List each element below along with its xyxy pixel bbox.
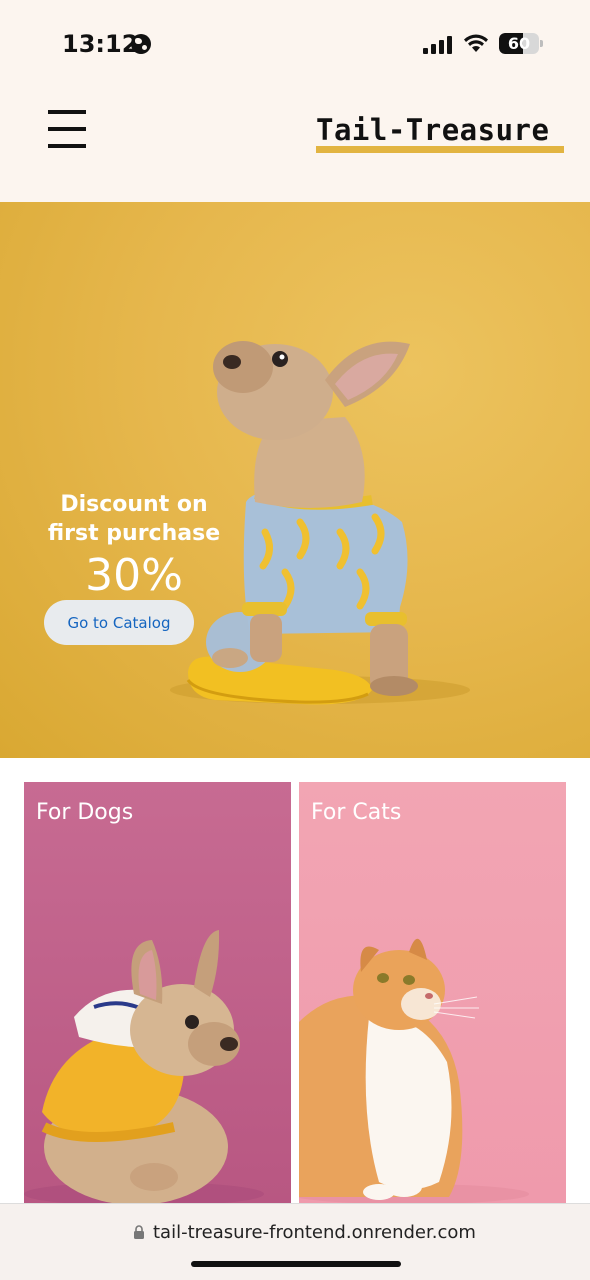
battery-percent: 60 [507,34,531,53]
orange-cat-photo [299,938,529,1203]
category-label-dogs: For Dogs [36,800,134,825]
category-cards: For Dogs For Cats [0,758,590,1203]
hero-banner: Discount on first purchase 30% Go to Cat… [0,202,590,758]
browser-url[interactable]: tail-treasure-frontend.onrender.com [153,1222,476,1243]
cellular-signal-icon [423,34,453,54]
home-indicator[interactable] [191,1261,401,1267]
hero-promo: Discount on first purchase 30% [34,490,234,602]
battery-tip [540,40,543,47]
category-card-cats[interactable]: For Cats [299,782,566,1203]
category-label-cats: For Cats [311,800,402,825]
category-card-dogs[interactable]: For Dogs [24,782,291,1203]
logo-underline [316,146,564,153]
hero-title: Discount on first purchase [47,492,221,546]
dog-in-hoodie-photo [24,930,264,1203]
lock-icon [134,1225,144,1239]
browser-address-bar[interactable]: tail-treasure-frontend.onrender.com [0,1203,590,1280]
french-bulldog-photo [170,341,470,705]
status-time: 13:12 [62,30,139,58]
location-globe-icon [131,34,151,54]
status-bar: 13:12 60 [0,0,590,80]
site-logo[interactable]: Tail-Treasure [316,113,549,147]
wifi-icon [464,34,488,52]
hero-discount: 30% [85,550,183,601]
go-to-catalog-button[interactable]: Go to Catalog [44,600,194,645]
hamburger-menu-icon[interactable] [48,110,86,150]
battery-icon: 60 [499,33,539,54]
site-header: Tail-Treasure [0,80,590,202]
